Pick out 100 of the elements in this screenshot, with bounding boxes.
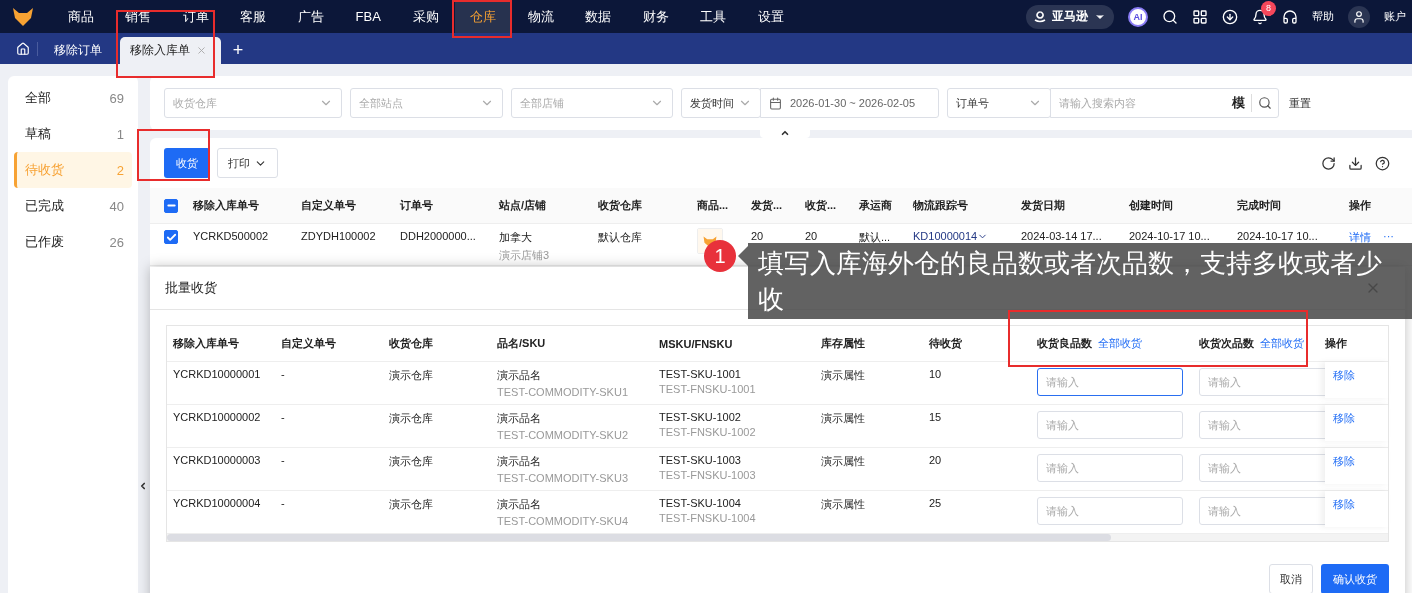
receive-button[interactable]: 收货 — [164, 148, 210, 178]
status-item[interactable]: 全部 69 — [14, 80, 132, 116]
date-type-select[interactable]: 发货时间 — [681, 88, 761, 118]
row-checkbox[interactable] — [164, 230, 178, 244]
column-header: 完成时间 — [1236, 198, 1282, 213]
confirm-button[interactable]: 确认收货 — [1321, 564, 1389, 593]
download-icon[interactable] — [1348, 155, 1363, 171]
status-item[interactable]: 草稿 1 — [14, 116, 132, 152]
bell-icon[interactable] — [1252, 8, 1268, 25]
fnsku-text: TEST-FNSKU-1001 — [659, 383, 757, 395]
status-label: 待收货 — [25, 161, 64, 179]
column-header: MSKU/FNSKU — [659, 337, 733, 350]
tracking-link[interactable]: KD10000014 — [913, 230, 1013, 242]
collapse-icon[interactable] — [138, 481, 148, 491]
search-type-select[interactable]: 订单号 — [947, 88, 1051, 118]
notification-badge: 8 — [1261, 0, 1276, 16]
column-header: 收货次品数 — [1199, 336, 1254, 351]
receive-all-link[interactable]: 全部收货 — [1260, 336, 1304, 351]
status-count: 40 — [109, 198, 124, 214]
search-icon[interactable] — [1162, 8, 1178, 25]
detail-link[interactable]: 详情 — [1349, 230, 1371, 245]
select-all-checkbox[interactable] — [164, 198, 178, 213]
table-cell-text: 演示属性 — [821, 411, 866, 426]
nav-menu-item[interactable]: 采购 — [397, 0, 455, 33]
column-header: 发货日期 — [1020, 198, 1066, 213]
table-cell-text: 25 — [929, 497, 943, 509]
reset-link[interactable]: 重置 — [1289, 95, 1311, 111]
table-cell-text: 20 — [804, 230, 819, 242]
status-label: 全部 — [25, 89, 51, 107]
match-mode-toggle[interactable]: 模 — [1226, 94, 1252, 112]
table-cell-text: 演示属性 — [821, 497, 866, 512]
column-header: 收货良品数 — [1037, 336, 1092, 351]
nav-menu-item[interactable]: 客服 — [224, 0, 282, 33]
remove-link[interactable]: 移除 — [1333, 455, 1355, 467]
page-tab[interactable]: 移除订单 — [44, 37, 116, 64]
refresh-icon[interactable] — [1321, 155, 1336, 171]
nav-menu-item[interactable]: FBA — [339, 0, 397, 33]
add-tab-button[interactable]: + — [225, 37, 251, 64]
headset-icon[interactable] — [1282, 8, 1298, 25]
defect-qty-field[interactable]: 请输入 — [1199, 454, 1325, 482]
status-label: 已作废 — [25, 233, 64, 251]
table-cell-text: 演示属性 — [821, 454, 866, 469]
nav-menu-item[interactable]: 数据 — [569, 0, 627, 33]
account-menu[interactable]: 账户 — [1384, 9, 1406, 24]
avatar-icon[interactable] — [1348, 5, 1370, 28]
search-field[interactable]: 请输入搜索内容 模 — [1050, 88, 1279, 118]
platform-selector[interactable]: 亚马逊 — [1026, 4, 1114, 29]
date-range-field[interactable]: 2026-01-30 ~ 2026-02-05 — [760, 88, 939, 118]
column-header: 发货... — [750, 198, 784, 213]
scrollbar[interactable] — [167, 534, 1111, 541]
nav-menu-item[interactable]: 工具 — [684, 0, 742, 33]
nav-menu-item[interactable]: 商品 — [52, 0, 110, 33]
table-cell-text: 10 — [929, 368, 943, 380]
sku-text: TEST-COMMODITY-SKU4 — [497, 515, 629, 527]
status-count: 2 — [116, 162, 124, 178]
defect-qty-field[interactable]: 请输入 — [1199, 411, 1325, 439]
good-qty-field[interactable]: 请输入 — [1037, 368, 1183, 396]
table-cell-text: - — [281, 497, 286, 509]
receive-all-link[interactable]: 全部收货 — [1098, 336, 1142, 351]
table-cell-text: - — [281, 454, 286, 466]
nav-menu-item[interactable]: 广告 — [282, 0, 340, 33]
print-button[interactable]: 打印 — [217, 148, 278, 178]
status-item[interactable]: 已完成 40 — [14, 188, 132, 224]
ai-button[interactable]: AI — [1128, 6, 1148, 27]
remove-link[interactable]: 移除 — [1333, 498, 1355, 510]
status-label: 草稿 — [25, 125, 51, 143]
table-cell-text: 2024-10-17 10... — [1128, 230, 1211, 242]
defect-qty-field[interactable]: 请输入 — [1199, 497, 1325, 525]
more-link[interactable]: ··· — [1383, 230, 1394, 245]
remove-link[interactable]: 移除 — [1333, 412, 1355, 424]
column-header: 自定义单号 — [300, 198, 357, 213]
home-icon[interactable] — [15, 41, 30, 56]
table-cell-text: 20 — [750, 230, 765, 242]
status-label: 已完成 — [25, 197, 64, 215]
product-name: 演示品名 — [497, 497, 542, 512]
help-link[interactable]: 帮助 — [1312, 9, 1334, 24]
apps-grid-icon[interactable] — [1192, 8, 1208, 25]
table-cell-text: 演示属性 — [821, 368, 866, 383]
column-header: 站点/店铺 — [498, 198, 548, 213]
nav-menu-item[interactable]: 仓库 — [454, 0, 512, 33]
column-header: 库存属性 — [821, 336, 865, 351]
remove-link[interactable]: 移除 — [1333, 369, 1355, 381]
cancel-button[interactable]: 取消 — [1269, 564, 1313, 593]
nav-menu-item[interactable]: 设置 — [742, 0, 800, 33]
defect-qty-field[interactable]: 请输入 — [1199, 368, 1325, 396]
dialog-title: 批量收货 — [165, 279, 217, 297]
column-header: 创建时间 — [1128, 198, 1174, 213]
fox-logo-icon — [12, 6, 34, 27]
download-icon[interactable] — [1222, 8, 1238, 25]
nav-menu-item[interactable]: 订单 — [167, 0, 225, 33]
nav-menu-item[interactable]: 财务 — [627, 0, 685, 33]
status-item[interactable]: 已作废 26 — [14, 224, 132, 260]
table-cell-text: YCRKD10000001 — [173, 368, 262, 380]
guide-tooltip: 填写入库海外仓的良品数或者次品数，支持多收或者少收 — [748, 243, 1412, 319]
page-tab[interactable]: 移除入库单 — [120, 37, 221, 64]
nav-menu-item[interactable]: 物流 — [512, 0, 570, 33]
fnsku-text: TEST-FNSKU-1004 — [659, 512, 757, 524]
column-header: 自定义单号 — [281, 336, 336, 351]
help-icon[interactable] — [1375, 155, 1390, 171]
sku-text: TEST-COMMODITY-SKU1 — [497, 386, 629, 398]
